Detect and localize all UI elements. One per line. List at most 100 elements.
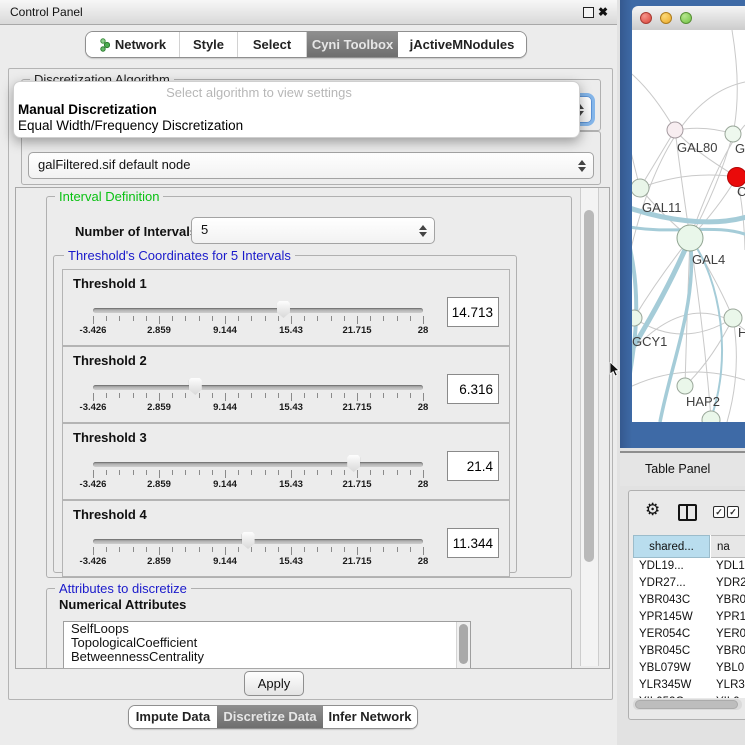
table-row[interactable]: YER054CYER0 bbox=[633, 626, 745, 643]
edge[interactable] bbox=[632, 70, 675, 130]
numerical-attributes-list[interactable]: SelfLoopsTopologicalCoefficientBetweenne… bbox=[63, 621, 471, 669]
tab-discretize-data[interactable]: Discretize Data bbox=[217, 706, 323, 728]
minor-tick bbox=[383, 316, 384, 321]
node-label: GAL11 bbox=[642, 200, 682, 215]
slider-thumb[interactable] bbox=[189, 378, 202, 395]
zoom-traffic-light-icon[interactable] bbox=[680, 12, 692, 24]
number-of-intervals-combobox[interactable]: 5 bbox=[191, 217, 435, 244]
minor-tick bbox=[106, 470, 107, 475]
threshold-label: Threshold 4 bbox=[73, 507, 147, 522]
table-row[interactable]: YIL052CYIL0 bbox=[633, 694, 745, 698]
threshold-value-field[interactable]: 6.316 bbox=[447, 374, 499, 404]
minor-tick bbox=[344, 316, 345, 321]
network-node[interactable] bbox=[677, 225, 703, 251]
threshold-value-field[interactable]: 14.713 bbox=[447, 297, 499, 327]
minor-tick bbox=[185, 547, 186, 552]
slider-thumb[interactable] bbox=[242, 532, 255, 549]
popup-item-equal-width-frequency[interactable]: Equal Width/Frequency Discretization bbox=[18, 118, 243, 133]
tab-label: jActiveMNodules bbox=[410, 32, 515, 57]
minor-tick bbox=[133, 316, 134, 321]
slider-track[interactable] bbox=[93, 539, 423, 544]
table-row[interactable]: YLR345WYLR3 bbox=[633, 677, 745, 694]
minor-tick bbox=[199, 393, 200, 398]
close-traffic-light-icon[interactable] bbox=[640, 12, 652, 24]
major-tick bbox=[225, 393, 226, 401]
table-row[interactable]: YPR145WYPR1 bbox=[633, 609, 745, 626]
edge[interactable] bbox=[632, 120, 640, 188]
checkbox-icon[interactable]: ✓ bbox=[727, 506, 739, 518]
table-scrollbar-thumb[interactable] bbox=[635, 700, 738, 709]
list-scrollbar[interactable] bbox=[456, 622, 470, 669]
tab-jactivemnodules[interactable]: jActiveMNodules bbox=[398, 32, 526, 57]
panel-scrollbar-thumb[interactable] bbox=[584, 210, 594, 562]
tick-label: 21.715 bbox=[342, 479, 371, 490]
edge[interactable] bbox=[675, 128, 733, 134]
tick-label: 28 bbox=[418, 556, 429, 567]
network-canvas[interactable]: GAL80GACGAL11GAL4GCY1HHAP2 bbox=[632, 30, 745, 422]
network-node[interactable] bbox=[702, 411, 720, 422]
slider-thumb[interactable] bbox=[277, 301, 290, 318]
minor-tick bbox=[251, 547, 252, 552]
table-row[interactable]: YBR045C YBR0 bbox=[633, 643, 745, 660]
threshold-panel-2: Threshold 2-3.4262.8599.14415.4321.71528… bbox=[62, 346, 510, 423]
edge[interactable] bbox=[634, 238, 690, 318]
tick-label: 9.144 bbox=[213, 556, 237, 567]
slider-thumb[interactable] bbox=[347, 455, 360, 472]
table-data-combobox[interactable]: galFiltered.sif default node bbox=[28, 152, 594, 179]
table-data-group: Table Data galFiltered.sif default node bbox=[21, 131, 601, 185]
network-node[interactable] bbox=[677, 378, 693, 394]
tab-style[interactable]: Style bbox=[180, 32, 238, 57]
edge[interactable] bbox=[732, 30, 737, 134]
minor-tick bbox=[185, 316, 186, 321]
tab-cyni-toolbox[interactable]: Cyni Toolbox bbox=[307, 32, 398, 57]
table-horizontal-scrollbar[interactable] bbox=[633, 699, 742, 710]
checkbox-icon[interactable]: ✓ bbox=[713, 506, 725, 518]
threshold-value-field[interactable]: 11.344 bbox=[447, 528, 499, 558]
slider-track[interactable] bbox=[93, 308, 423, 313]
columns-icon[interactable] bbox=[678, 504, 697, 521]
combo-stepper-icon[interactable] bbox=[578, 159, 587, 173]
tab-select[interactable]: Select bbox=[238, 32, 307, 57]
column-header-shared-name[interactable]: shared... bbox=[633, 535, 710, 558]
minor-tick bbox=[304, 547, 305, 552]
minor-tick bbox=[278, 547, 279, 552]
network-node[interactable] bbox=[632, 179, 649, 197]
gear-icon[interactable]: ⚙ bbox=[645, 501, 660, 518]
slider-track[interactable] bbox=[93, 462, 423, 467]
table-row[interactable]: YDL19...YDL1 bbox=[633, 558, 745, 575]
panel-scrollbar[interactable] bbox=[580, 188, 599, 666]
tab-infer-network[interactable]: Infer Network bbox=[323, 706, 417, 728]
float-window-icon[interactable] bbox=[583, 7, 594, 18]
tab-impute-data[interactable]: Impute Data bbox=[129, 706, 217, 728]
network-node[interactable] bbox=[725, 126, 741, 142]
table-row[interactable]: YBR043CYBR0 bbox=[633, 592, 745, 609]
minimize-traffic-light-icon[interactable] bbox=[660, 12, 672, 24]
close-icon[interactable]: ✖ bbox=[598, 4, 608, 20]
list-scrollbar-thumb[interactable] bbox=[459, 624, 468, 664]
attribute-list-item[interactable]: BetweennessCentrality bbox=[64, 650, 470, 664]
popup-hint-text: Select algorithm to view settings bbox=[14, 85, 504, 100]
network-window-titlebar[interactable] bbox=[632, 6, 745, 31]
attribute-list-item[interactable]: TopologicalCoefficient bbox=[64, 636, 470, 650]
attribute-list-item[interactable]: SelfLoops bbox=[64, 622, 470, 636]
edge[interactable] bbox=[727, 318, 736, 422]
minor-tick bbox=[331, 470, 332, 475]
threshold-value-field[interactable]: 21.4 bbox=[447, 451, 499, 481]
table-body: YDL19...YDL1YDR27...YDR2YBR043CYBR0YPR14… bbox=[633, 558, 745, 698]
major-tick bbox=[291, 470, 292, 478]
combo-stepper-icon[interactable] bbox=[419, 224, 428, 238]
column-header-name[interactable]: na bbox=[711, 535, 745, 558]
minor-tick bbox=[370, 547, 371, 552]
edge[interactable] bbox=[685, 318, 733, 386]
edge[interactable] bbox=[640, 175, 737, 188]
popup-item-manual-discretization[interactable]: Manual Discretization bbox=[18, 102, 157, 117]
cell-name: YBR0 bbox=[716, 643, 745, 660]
table-row[interactable]: YDR27...YDR2 bbox=[633, 575, 745, 592]
slider-track[interactable] bbox=[93, 385, 423, 390]
tab-network[interactable]: Network bbox=[86, 32, 180, 57]
network-node[interactable] bbox=[632, 310, 642, 326]
table-row[interactable]: YBL079WYBL0 bbox=[633, 660, 745, 677]
network-node[interactable] bbox=[667, 122, 683, 138]
apply-button[interactable]: Apply bbox=[244, 671, 304, 696]
cell-shared-name: YBR045C bbox=[639, 643, 690, 660]
